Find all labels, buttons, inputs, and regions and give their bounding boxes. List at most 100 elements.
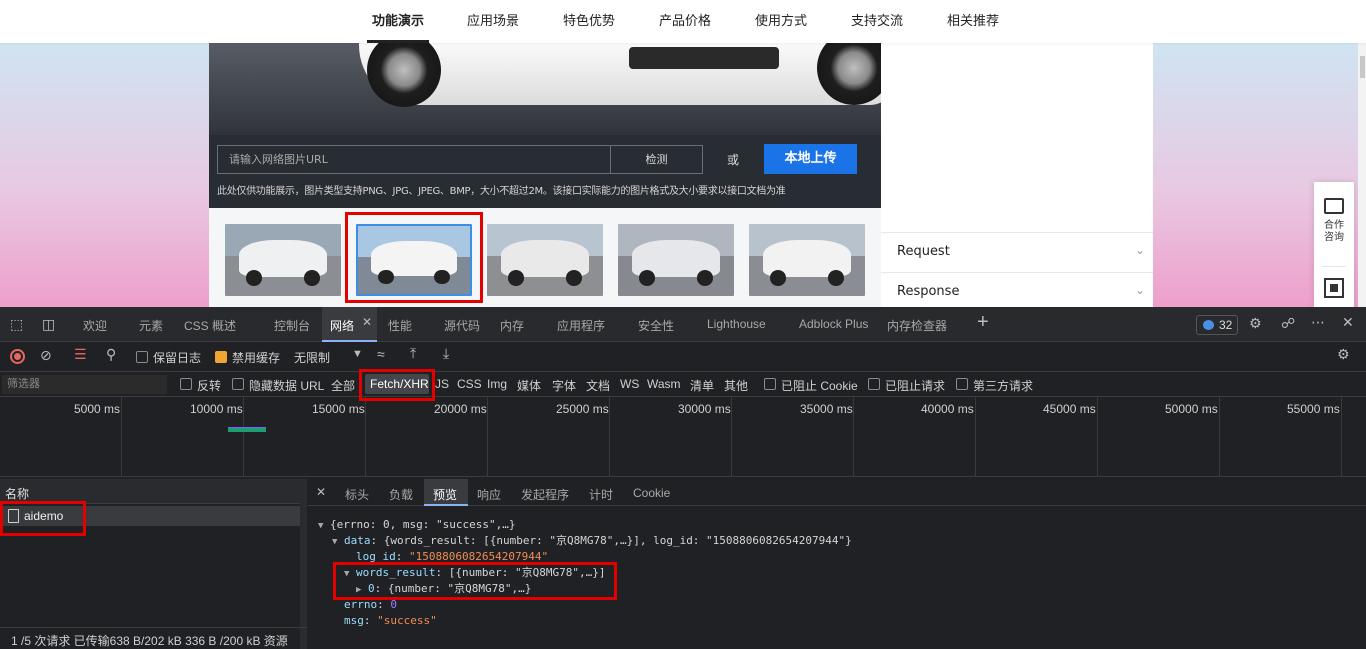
nav-item-advantages[interactable]: 特色优势 — [563, 10, 615, 29]
divider — [1322, 266, 1346, 267]
blocked-requests-checkbox[interactable] — [868, 378, 880, 390]
hide-data-urls-checkbox[interactable] — [232, 378, 244, 390]
page-scrollbar-thumb[interactable] — [1360, 56, 1365, 78]
network-timeline[interactable]: 5000 ms 10000 ms 15000 ms 20000 ms 25000… — [0, 397, 1366, 477]
tab-sources[interactable]: 源代码 — [444, 317, 480, 334]
timeline-label: 40000 ms — [921, 402, 974, 416]
tab-headers[interactable]: 标头 — [345, 486, 369, 503]
tab-adblock-plus[interactable]: Adblock Plus — [799, 317, 868, 331]
filter-icon[interactable]: ☰ — [74, 346, 87, 363]
collapsed-arrow-icon[interactable]: ▶ — [356, 585, 361, 595]
tab-application[interactable]: 应用程序 — [557, 317, 605, 334]
third-party-checkbox[interactable] — [956, 378, 968, 390]
tab-memory[interactable]: 内存 — [500, 317, 524, 334]
tab-console[interactable]: 控制台 — [274, 317, 310, 334]
expanded-arrow-icon[interactable]: ▼ — [318, 521, 323, 531]
disable-cache-checkbox[interactable] — [215, 351, 227, 363]
search-icon[interactable]: ⚲ — [106, 346, 116, 363]
filter-type-wasm[interactable]: Wasm — [647, 377, 681, 391]
log-id-key: log_id — [356, 550, 396, 563]
sample-image-2[interactable] — [356, 224, 472, 296]
detect-button[interactable]: 检测 — [611, 145, 703, 174]
tab-initiator[interactable]: 发起程序 — [521, 486, 569, 503]
network-conditions-icon[interactable]: ≈ — [377, 346, 385, 362]
filter-type-ws[interactable]: WS — [620, 377, 639, 391]
local-upload-button[interactable]: 本地上传 — [764, 144, 857, 174]
more-options-icon[interactable]: ⋯ — [1311, 314, 1325, 331]
consult-float-button[interactable]: 合作咨询 — [1314, 182, 1354, 307]
close-detail-icon[interactable]: ✕ — [316, 485, 326, 499]
tab-performance[interactable]: 性能 — [388, 317, 412, 334]
tab-css-overview[interactable]: CSS 概述 — [184, 317, 236, 334]
tab-memory-inspector[interactable]: 内存检查器 — [887, 317, 947, 334]
preview-item-0-line[interactable]: ▶ 0: {number: "京Q8MG78",…} — [356, 581, 531, 598]
filter-type-font[interactable]: 字体 — [552, 377, 576, 394]
gear-icon[interactable]: ⚙ — [1249, 315, 1262, 332]
sample-image-4[interactable] — [618, 224, 734, 296]
preview-root-line[interactable]: ▼ {errno: 0, msg: "success",…} — [318, 517, 515, 534]
customize-icon[interactable]: ☍ — [1281, 315, 1295, 332]
page-scrollbar[interactable] — [1358, 43, 1366, 307]
issues-badge[interactable]: 32 — [1196, 315, 1238, 335]
add-tab-icon[interactable]: + — [977, 311, 989, 334]
tab-elements[interactable]: 元素 — [139, 317, 163, 334]
timeline-label: 35000 ms — [800, 402, 853, 416]
sample-image-3[interactable] — [487, 224, 603, 296]
tab-timing[interactable]: 计时 — [589, 486, 613, 503]
close-devtools-icon[interactable]: ✕ — [1342, 314, 1354, 331]
invert-checkbox[interactable] — [180, 378, 192, 390]
request-section[interactable]: Request ⌄ — [881, 232, 1153, 272]
download-har-icon[interactable]: ⤓ — [443, 345, 449, 362]
clear-icon[interactable]: ⊘ — [40, 347, 52, 364]
network-settings-icon[interactable]: ⚙ — [1337, 346, 1350, 363]
record-icon[interactable] — [10, 349, 25, 364]
expanded-arrow-icon[interactable]: ▼ — [344, 569, 349, 579]
tab-lighthouse[interactable]: Lighthouse — [707, 317, 766, 331]
filter-type-css[interactable]: CSS — [457, 377, 482, 391]
device-toolbar-icon[interactable]: ◫ — [42, 316, 55, 333]
timeline-gridline — [609, 397, 610, 477]
tab-preview[interactable]: 预览 — [433, 486, 457, 503]
tab-cookies[interactable]: Cookie — [633, 486, 670, 500]
filter-type-js[interactable]: JS — [435, 377, 449, 391]
tab-welcome[interactable]: 欢迎 — [83, 317, 107, 334]
chevron-down-icon[interactable]: ▼ — [352, 348, 363, 360]
expanded-arrow-icon[interactable]: ▼ — [332, 537, 337, 547]
name-column-header[interactable]: 名称 — [0, 479, 300, 504]
response-section[interactable]: Response ⌄ — [881, 272, 1153, 312]
upload-har-icon[interactable]: ⤒ — [410, 345, 416, 362]
nav-item-support[interactable]: 支持交流 — [851, 10, 903, 29]
image-url-input[interactable]: 请输入网络图片URL — [217, 145, 611, 174]
tab-security[interactable]: 安全性 — [638, 317, 674, 334]
tab-network[interactable]: 网络 — [330, 317, 354, 334]
filter-type-other[interactable]: 其他 — [724, 377, 748, 394]
inspect-element-icon[interactable]: ⬚ — [10, 316, 23, 333]
nav-item-usage[interactable]: 使用方式 — [755, 10, 807, 29]
qr-code-icon[interactable] — [1324, 278, 1344, 298]
tab-payload[interactable]: 负载 — [389, 486, 413, 503]
preview-words-result-line[interactable]: ▼ words_result: [{number: "京Q8MG78",…}] — [344, 565, 605, 582]
sample-image-1[interactable] — [225, 224, 341, 296]
blocked-cookies-checkbox[interactable] — [764, 378, 776, 390]
filter-input[interactable]: 筛选器 — [2, 375, 167, 394]
request-row-aidemo[interactable]: aidemo — [0, 506, 300, 526]
filter-type-fetch-xhr[interactable]: Fetch/XHR — [370, 377, 429, 391]
close-icon[interactable]: ✕ — [362, 315, 372, 329]
preserve-log-checkbox[interactable] — [136, 351, 148, 363]
sample-image-5[interactable] — [749, 224, 865, 296]
request-list-scrollbar[interactable] — [300, 479, 307, 649]
preserve-log-label: 保留日志 — [153, 351, 202, 365]
tab-response[interactable]: 响应 — [477, 486, 501, 503]
preview-data-line[interactable]: ▼ data: {words_result: [{number: "京Q8MG7… — [332, 533, 852, 550]
filter-type-manifest[interactable]: 清单 — [690, 377, 714, 394]
throttling-select[interactable]: 无限制 — [294, 349, 330, 366]
nav-item-scenarios[interactable]: 应用场景 — [467, 10, 519, 29]
nav-item-function-demo[interactable]: 功能演示 — [372, 10, 424, 29]
filter-type-all[interactable]: 全部 — [331, 377, 355, 394]
filter-type-doc[interactable]: 文档 — [586, 377, 610, 394]
filter-type-img[interactable]: Img — [487, 377, 507, 391]
nav-item-related[interactable]: 相关推荐 — [947, 10, 999, 29]
nav-item-pricing[interactable]: 产品价格 — [659, 10, 711, 29]
timeline-gridline — [1097, 397, 1098, 477]
filter-type-media[interactable]: 媒体 — [517, 377, 541, 394]
